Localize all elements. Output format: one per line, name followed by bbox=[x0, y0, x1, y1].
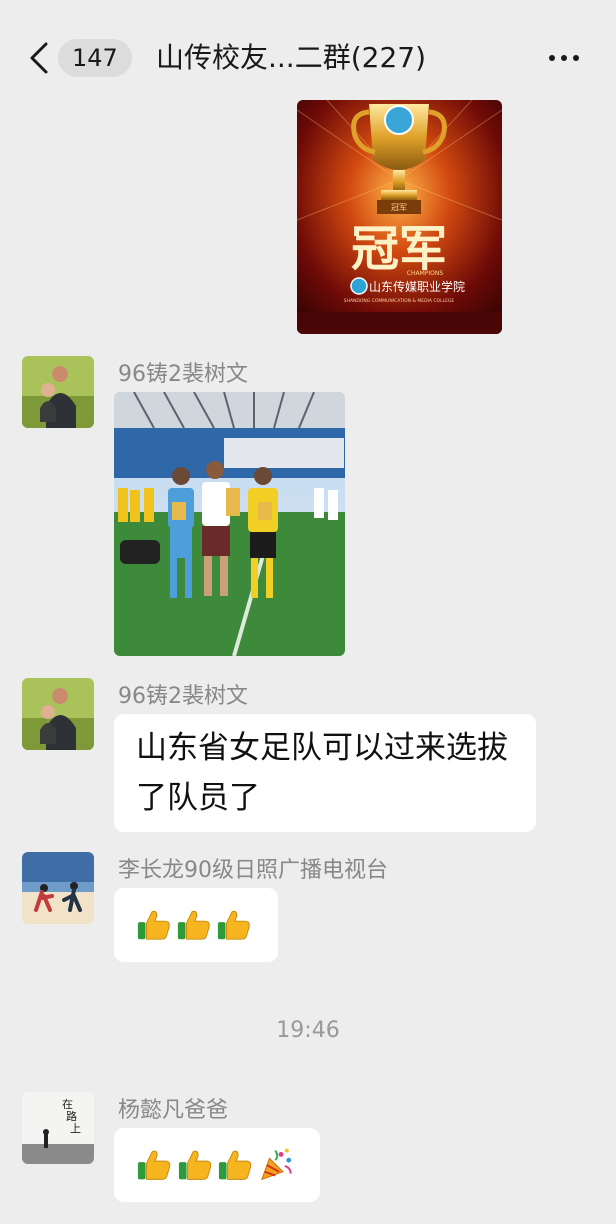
thumbs-up-icon bbox=[137, 910, 170, 940]
unread-count-badge[interactable]: 147 bbox=[58, 39, 132, 77]
poster-subtitle: CHAMPIONS bbox=[407, 270, 444, 277]
thumbs-up-icon bbox=[137, 1150, 171, 1180]
message-text: 山东省女足队可以过来选拔了队员了 bbox=[136, 730, 508, 816]
thumbs-up-icon bbox=[178, 1150, 211, 1180]
sender-name: 李长龙90级日照广播电视台 bbox=[118, 858, 388, 883]
text-message-bubble[interactable]: 山东省女足队可以过来选拔了队员了 bbox=[114, 714, 536, 832]
sender-name: 杨懿凡爸爸 bbox=[118, 1098, 229, 1123]
back-arrow-icon[interactable] bbox=[26, 40, 56, 76]
party-popper-icon bbox=[260, 1148, 292, 1181]
thumbs-up-icon bbox=[177, 910, 210, 940]
poster-title: 冠军 bbox=[351, 221, 447, 277]
avatar-sender-pei[interactable] bbox=[22, 356, 94, 428]
thumbs-up-icon bbox=[218, 1150, 252, 1180]
team-photo-image[interactable] bbox=[114, 392, 345, 656]
chat-header: 147 山传校友...二群(227) bbox=[0, 0, 616, 104]
message-timestamp: 19:46 bbox=[276, 1018, 340, 1043]
avatar-sender-yang[interactable]: 在 路 上 bbox=[22, 1092, 94, 1164]
thumbs-up-icon bbox=[217, 910, 250, 940]
poster-badge-text: 冠军 bbox=[391, 203, 407, 212]
champion-poster-image[interactable]: 冠军 冠军 CHAMPIONS 山东传媒职业学院 SHANDONG COMMUN… bbox=[297, 100, 502, 334]
sender-name: 96铸2裴树文 bbox=[118, 362, 248, 387]
poster-school-name: 山东传媒职业学院 bbox=[369, 279, 465, 294]
more-options-icon[interactable] bbox=[546, 46, 582, 70]
sender-name: 96铸2裴树文 bbox=[118, 684, 248, 709]
emoji-message-bubble[interactable] bbox=[114, 888, 278, 962]
chat-title[interactable]: 山传校友...二群(227) bbox=[156, 38, 426, 78]
avatar-caption-3: 上 bbox=[70, 1122, 81, 1135]
poster-school-english: SHANDONG COMMUNICATION & MEDIA COLLEGE bbox=[344, 298, 455, 304]
avatar-sender-pei[interactable] bbox=[22, 678, 94, 750]
emoji-message-bubble[interactable] bbox=[114, 1128, 320, 1202]
avatar-sender-li[interactable] bbox=[22, 852, 94, 924]
